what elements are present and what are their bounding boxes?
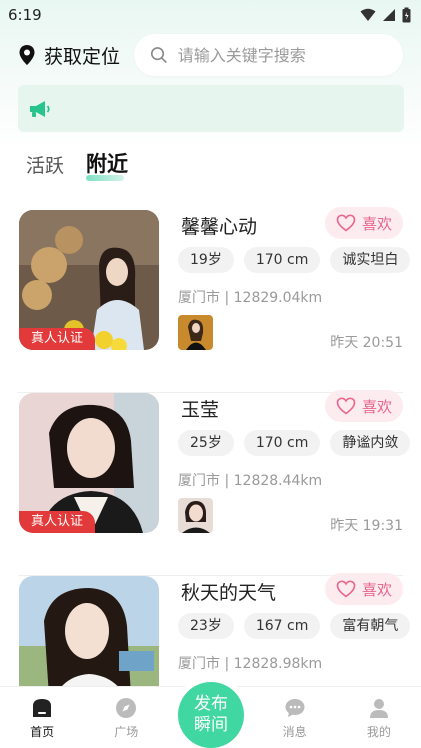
user-card[interactable]: 真人认证 玉莹 喜欢 25岁 170 cm 静谧内敛 厦门市 | 12828.4… [18,390,411,576]
like-button[interactable]: 喜欢 [325,573,403,605]
home-icon [33,699,52,717]
heart-icon [336,397,356,415]
location-distance: 厦门市 | 12828.44km [178,473,323,489]
tab-active[interactable]: 活跃 [26,151,64,178]
height-tag: 170 cm [243,430,321,456]
trait-tag: 富有朝气 [330,613,411,639]
compass-icon [116,698,137,718]
user-tags: 19岁 170 cm 诚实坦白 [178,247,411,273]
heart-icon [336,580,356,598]
tab-nearby[interactable]: 附近 [86,148,128,181]
person-icon [369,699,388,718]
height-tag: 170 cm [243,247,321,273]
publish-label-line2: 瞬间 [194,715,228,735]
city-label: 厦门市 [178,290,220,306]
search-icon [150,47,167,63]
status-time: 6:19 [8,6,42,24]
wifi-icon [360,8,376,21]
feed-tabs: 活跃 附近 [26,148,128,181]
album-thumbnail[interactable] [178,498,213,533]
city-label: 厦门市 [178,656,220,672]
search-box[interactable] [134,34,403,76]
user-photo[interactable]: 真人认证 [19,210,159,350]
verified-badge: 真人认证 [19,328,96,350]
verified-badge: 真人认证 [19,511,96,533]
like-label: 喜欢 [361,397,392,416]
location-pin-icon [19,45,35,65]
height-tag: 167 cm [243,613,321,639]
location-distance: 厦门市 | 12829.04km [178,290,323,306]
nav-home[interactable]: 首页 [12,697,72,740]
status-icons [360,7,411,23]
user-name: 秋天的天气 [181,582,277,604]
nav-mine-label: 我的 [366,725,391,739]
megaphone-icon [30,100,50,117]
like-label: 喜欢 [361,214,392,233]
distance-label: 12828.44km [233,473,323,489]
nav-square[interactable]: 广场 [96,697,156,740]
publish-label: 发布 瞬间 [194,694,228,736]
search-input[interactable] [177,45,387,65]
user-list: 真人认证 馨馨心动 喜欢 19岁 170 cm 诚实坦白 厦门市 | 12829… [0,207,421,748]
battery-icon [402,7,411,23]
user-tags: 25岁 170 cm 静谧内敛 [178,430,411,456]
location-distance: 厦门市 | 12828.98km [178,656,323,672]
distance-label: 12829.04km [233,290,323,306]
last-active-time: 昨天 19:31 [330,518,403,534]
user-tags: 23岁 167 cm 富有朝气 [178,613,411,639]
nav-mine[interactable]: 我的 [349,697,409,740]
chat-bubble-icon [285,699,305,717]
album-thumbnail-image [178,315,213,350]
signal-icon [383,9,395,21]
user-photo[interactable]: 真人认证 [19,393,159,533]
age-tag: 19岁 [178,247,234,273]
status-bar: 6:19 [0,0,421,30]
heart-icon [336,214,356,232]
nav-messages-label: 消息 [282,725,307,739]
nav-home-label: 首页 [30,725,55,739]
user-name: 馨馨心动 [181,216,258,238]
nav-square-label: 广场 [114,725,139,739]
distance-label: 12828.98km [233,656,323,672]
get-location-button[interactable]: 获取定位 [18,42,120,69]
album-thumbnail[interactable] [178,315,213,350]
trait-tag: 诚实坦白 [330,247,411,273]
user-card[interactable]: 真人认证 馨馨心动 喜欢 19岁 170 cm 诚实坦白 厦门市 | 12829… [18,207,411,393]
publish-label-line1: 发布 [194,694,228,714]
city-label: 厦门市 [178,473,220,489]
nav-messages[interactable]: 消息 [265,697,325,740]
trait-tag: 静谧内敛 [330,430,411,456]
age-tag: 23岁 [178,613,234,639]
age-tag: 25岁 [178,430,234,456]
location-label: 获取定位 [44,45,121,68]
like-label: 喜欢 [361,580,392,599]
announcement-bar[interactable] [18,85,404,132]
album-thumbnail-image [178,498,213,533]
last-active-time: 昨天 20:51 [330,335,403,351]
publish-moment-button[interactable]: 发布 瞬间 [178,682,244,748]
like-button[interactable]: 喜欢 [325,207,403,239]
user-name: 玉莹 [181,399,220,421]
like-button[interactable]: 喜欢 [325,390,403,422]
top-header: 获取定位 [0,33,421,77]
